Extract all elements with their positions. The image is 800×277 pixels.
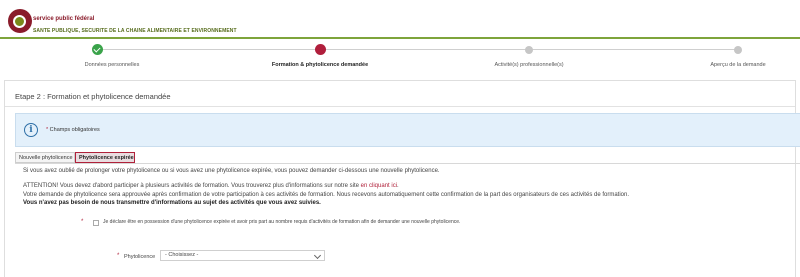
tab-expired-phytolicence[interactable]: Phytolicence expirée xyxy=(75,152,135,163)
more-info-link[interactable]: en cliquant ici xyxy=(361,183,397,189)
step-pending-icon xyxy=(734,46,742,54)
step-complete-icon xyxy=(92,44,103,55)
step-connector xyxy=(528,49,738,50)
step-current-icon xyxy=(315,44,326,55)
step-label-personal-data: Données personnelles xyxy=(84,62,140,68)
attention-text: ATTENTION! Vous devez d'abord participer… xyxy=(23,183,399,189)
phytolicence-select[interactable]: - Choisissez - xyxy=(160,250,325,261)
step-pending-icon xyxy=(525,46,533,54)
declaration-label: Je déclare être en possession d'une phyt… xyxy=(103,219,461,225)
info-icon: i xyxy=(24,123,38,137)
info-alert: i * Champs obligatoires xyxy=(15,113,800,147)
select-value: - Choisissez - xyxy=(165,252,199,258)
org-name-line2: SANTE PUBLIQUE, SECURITE DE LA CHAINE AL… xyxy=(33,28,237,34)
step-label-training: Formation & phytolicence demandée xyxy=(271,62,369,68)
required-marker: * xyxy=(117,253,120,259)
required-fields-note: * Champs obligatoires xyxy=(46,127,100,133)
phytolicence-label: Phytolicence xyxy=(124,254,156,260)
step-connector xyxy=(97,49,320,50)
chevron-down-icon xyxy=(313,251,322,260)
tab-new-phytolicence[interactable]: Nouvelle phytolicence xyxy=(15,152,75,163)
bold-note: Vous n'avez pas besoin de nous transmett… xyxy=(23,200,321,206)
org-name-line1: service public fédéral xyxy=(33,16,95,22)
intro-text: Si vous avez oublié de prolonger votre p… xyxy=(23,168,440,174)
confirmation-text: Votre demande de phytolicence sera appro… xyxy=(23,192,629,198)
progress-stepper: Données personnelles Formation & phytoli… xyxy=(0,42,800,76)
site-header: service public fédéral SANTE PUBLIQUE, S… xyxy=(0,0,800,40)
step-label-overview: Aperçu de la demande xyxy=(710,62,766,68)
step-panel: Etape 2 : Formation et phytolicence dema… xyxy=(4,80,800,277)
required-marker: * xyxy=(81,219,84,225)
fps-logo xyxy=(8,9,32,33)
step-label-professional-activity: Activité(s) professionnelle(s) xyxy=(494,62,564,68)
tab-divider xyxy=(15,163,800,164)
title-divider xyxy=(5,106,795,107)
page-title: Etape 2 : Formation et phytolicence dema… xyxy=(15,92,171,101)
header-divider xyxy=(0,37,800,39)
declaration-checkbox[interactable] xyxy=(93,220,99,226)
step-connector xyxy=(320,49,528,50)
